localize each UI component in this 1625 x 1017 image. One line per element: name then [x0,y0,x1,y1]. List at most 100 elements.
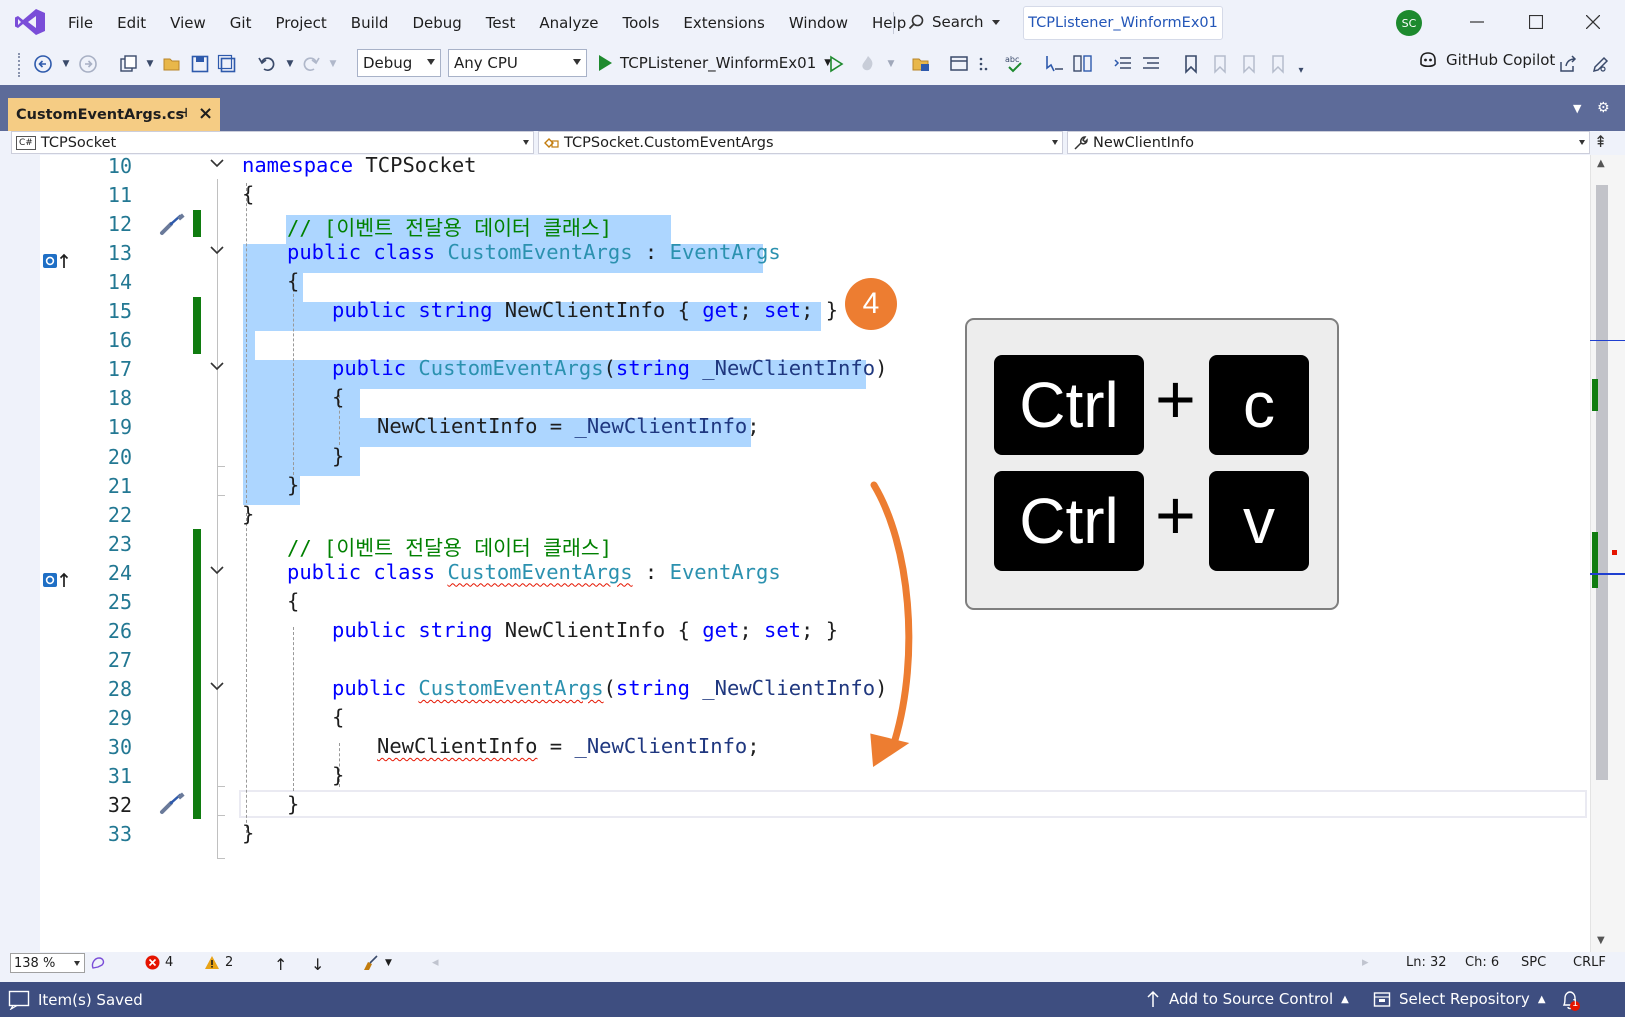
code-line[interactable]: 10 namespace TCPSocket [0,150,1590,180]
back-dropdown[interactable]: ▼ [55,53,77,75]
share-button[interactable] [1557,53,1579,75]
menu-edit[interactable]: Edit [105,0,158,45]
code-line[interactable]: 27 [0,644,1590,674]
split-editor-button[interactable]: ⇞ [1594,132,1607,151]
column-indicator[interactable]: Ch: 6 [1465,955,1499,970]
code-line[interactable]: 14 { [0,266,1590,296]
bookmark-button[interactable] [1180,53,1202,75]
pin-icon[interactable]: ⊣ [176,106,188,121]
code-line[interactable]: 18 { [0,382,1590,412]
redo-dropdown[interactable]: ▼ [322,53,344,75]
undo-button[interactable] [256,53,278,75]
collapse-chevron-icon[interactable] [208,241,226,259]
step-into-button[interactable] [1043,53,1065,75]
close-window-button[interactable] [1578,8,1608,36]
horizontal-scroll-right[interactable]: ▸ [1362,955,1369,970]
code-line[interactable]: 25 { [0,586,1590,616]
select-repository-button[interactable]: Select Repository ▲ [1373,990,1546,1008]
scroll-up-arrow-icon[interactable]: ▲ [1597,158,1605,169]
comment-button[interactable] [1140,53,1162,75]
settings-button[interactable]: ⚙ [1597,100,1610,116]
menu-tools[interactable]: Tools [610,0,671,45]
indent-button[interactable] [1112,53,1134,75]
code-line[interactable]: 11 { [0,179,1590,209]
format-button[interactable] [975,53,997,75]
new-project-button[interactable] [117,53,139,75]
undo-dropdown[interactable]: ▼ [279,53,301,75]
spell-check-button[interactable]: abc [1004,53,1026,75]
maximize-button[interactable] [1521,8,1551,36]
navigate-forward-button[interactable] [77,53,99,75]
menu-project[interactable]: Project [263,0,338,45]
menu-git[interactable]: Git [218,0,264,45]
tab-custom-event-args[interactable]: CustomEventArgs.cs ⊣ × [8,98,220,131]
menu-file[interactable]: File [56,0,105,45]
code-line[interactable]: 30 NewClientInfo = _NewClientInfo; [0,731,1590,761]
feedback-button[interactable] [1590,53,1612,75]
visual-studio-logo-icon[interactable] [14,8,46,36]
solution-configuration-select[interactable]: Debug [357,49,441,77]
menu-view[interactable]: View [158,0,218,45]
zoom-select[interactable]: 138 % [10,953,85,973]
code-line[interactable]: 24 public class CustomEventArgs : EventAr… [0,557,1590,587]
code-line[interactable]: 13 public class CustomEventArgs : EventAr… [0,237,1590,267]
search-button[interactable]: Search [908,9,1000,35]
code-line[interactable]: 29 { [0,702,1590,732]
code-line[interactable]: 23// [이벤트 전달용 데이터 클래스] [0,528,1590,560]
start-without-debugging-button[interactable] [825,53,847,75]
code-line[interactable]: 17 public CustomEventArgs(string _NewClie… [0,353,1590,383]
code-editor[interactable]: 10 namespace TCPSocket 11 {12// [이벤트 전달용 데이… [0,153,1625,952]
error-count-button[interactable]: 4 [145,955,173,970]
line-ending-indicator[interactable]: CRLF [1573,955,1606,970]
solution-platform-select[interactable]: Any CPU [448,49,587,77]
code-line[interactable]: 26 public string NewClientInfo { get; set… [0,615,1590,645]
whitespace-indicator[interactable]: SPC [1521,955,1546,970]
collapse-chevron-icon[interactable] [208,154,226,172]
scrollbar-thumb[interactable] [1596,185,1608,780]
code-line[interactable]: 16 [0,324,1590,354]
clear-bookmarks-button[interactable] [1267,53,1289,75]
open-file-button[interactable] [161,53,183,75]
collapse-chevron-icon[interactable] [208,561,226,579]
code-cleanup-button[interactable]: ▼ [362,955,392,971]
code-line[interactable]: 20} [0,441,1590,471]
close-tab-icon[interactable]: × [198,103,213,124]
quick-actions-button[interactable] [1072,53,1094,75]
github-copilot-button[interactable]: GitHub Copilot [1418,51,1555,69]
intellicode-button[interactable] [90,955,106,971]
next-bookmark-button[interactable] [1238,53,1260,75]
add-to-source-control-button[interactable]: Add to Source Control ▲ [1145,990,1349,1008]
scroll-down-arrow-icon[interactable]: ▼ [1597,935,1605,946]
menu-debug[interactable]: Debug [400,0,473,45]
menu-test[interactable]: Test [474,0,528,45]
previous-issue-button[interactable]: ↑ [274,955,287,974]
hot-reload-button[interactable] [857,53,879,75]
code-line[interactable]: 15 public string NewClientInfo { get; set… [0,295,1590,325]
code-line[interactable]: 19 NewClientInfo = _NewClientInfo; [0,411,1590,441]
menu-analyze[interactable]: Analyze [527,0,610,45]
menu-build[interactable]: Build [339,0,401,45]
code-line[interactable]: 33} [0,818,1590,848]
horizontal-scroll-left[interactable]: ◂ [432,955,439,970]
browser-link-button[interactable] [948,53,970,75]
open-folder-button[interactable] [910,53,932,75]
new-project-dropdown[interactable]: ▼ [139,53,161,75]
navigate-back-button[interactable] [32,53,54,75]
code-line[interactable]: 12// [이벤트 전달용 데이터 클래스] [0,208,1590,240]
collapse-chevron-icon[interactable] [208,677,226,695]
code-line[interactable]: 28 public CustomEventArgs(string _NewClie… [0,673,1590,703]
menu-window[interactable]: Window [777,0,860,45]
collapse-chevron-icon[interactable] [208,357,226,375]
code-line[interactable]: 22} [0,499,1590,529]
redo-button[interactable] [300,53,322,75]
toolbar-grip[interactable] [18,53,21,77]
code-line[interactable]: 21} [0,470,1590,500]
save-button[interactable] [189,53,211,75]
minimize-button[interactable] [1462,8,1492,36]
code-line[interactable]: 32} [0,789,1590,819]
warning-count-button[interactable]: 2 [204,955,233,970]
document-list-dropdown[interactable]: ▼ [1573,102,1581,115]
previous-bookmark-button[interactable] [1209,53,1231,75]
avatar[interactable]: SC [1396,10,1422,36]
save-all-button[interactable] [216,53,238,75]
